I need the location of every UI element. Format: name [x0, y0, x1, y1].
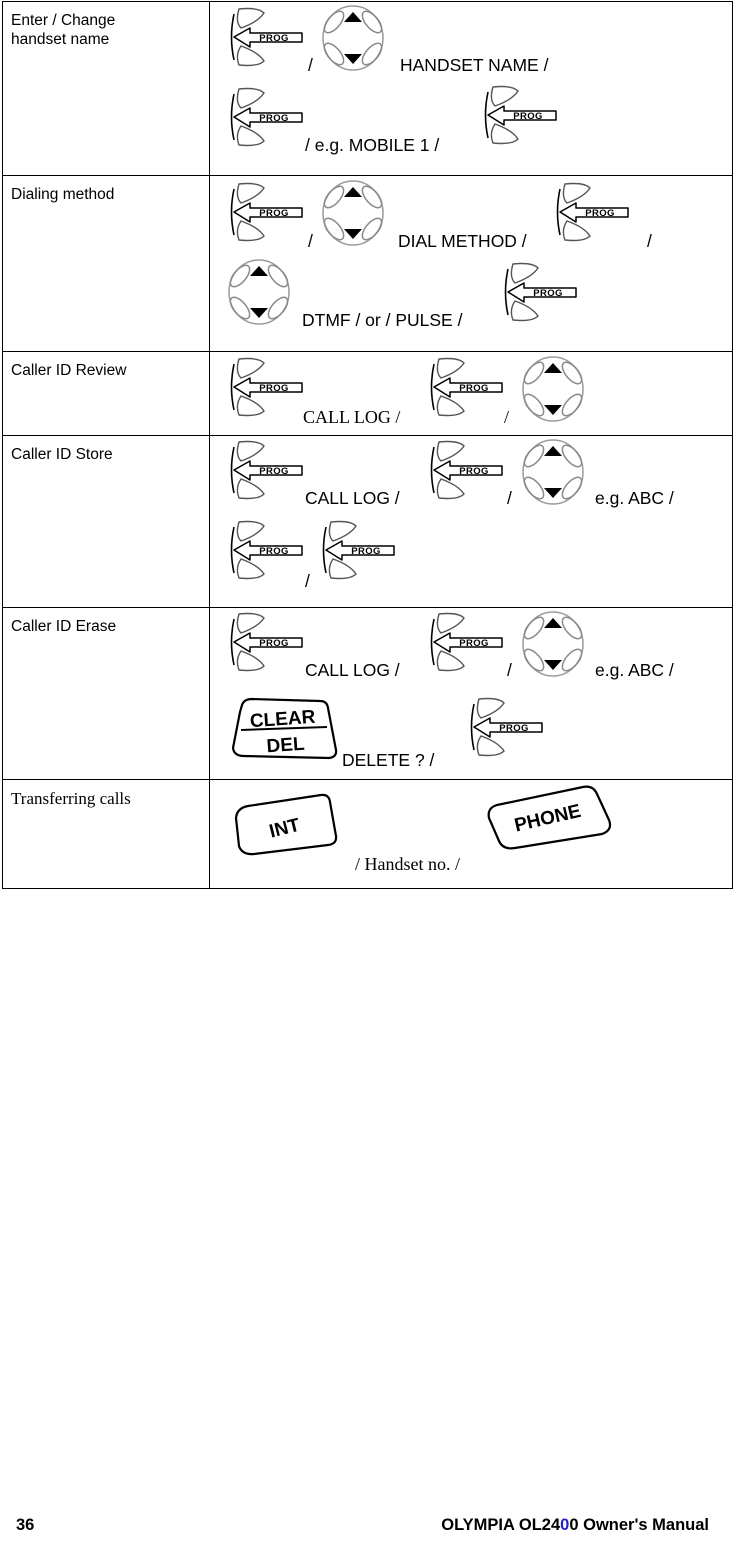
page-number: 36	[16, 1516, 35, 1534]
nav-up-down-key-icon	[520, 438, 586, 506]
table-row: Caller ID Store PROG CALL LOG / PROG / e.g. A…	[3, 436, 732, 608]
prog-key-icon: PROG	[502, 261, 582, 323]
manual-title: OLYMPIA OL2400 Owner's Manual	[441, 1516, 709, 1535]
prog-key-icon: PROG	[320, 519, 400, 581]
row-steps: PROG CALL LOG / PROG / e.g. ABC / PROG / PROG	[210, 436, 732, 607]
table-row: Enter / Change handset name PROG / HANDSET …	[3, 2, 732, 176]
table-row: Caller ID Erase PROG CALL LOG / PROG / e.g. A…	[3, 608, 732, 780]
svg-text:PROG: PROG	[259, 383, 289, 394]
manual-title-highlight: 0	[560, 1516, 570, 1534]
svg-text:PROG: PROG	[513, 111, 543, 122]
int-key-icon: INT	[228, 792, 348, 858]
row-label: Caller ID Review	[3, 352, 210, 435]
svg-text:PROG: PROG	[585, 208, 615, 219]
table-row: Transferring calls INT / Handset no. / PHON…	[3, 780, 732, 888]
svg-text:PROG: PROG	[259, 33, 289, 44]
prog-key-icon: PROG	[482, 84, 562, 146]
step-text: DELETE ? /	[342, 750, 435, 770]
row-steps: INT / Handset no. / PHONE	[210, 780, 732, 888]
row-steps: PROG / HANDSET NAME / PROG / e.g. MOBILE 1 /…	[210, 2, 732, 175]
step-text: DTMF / or / PULSE /	[302, 310, 463, 330]
svg-text:PROG: PROG	[459, 638, 489, 649]
step-text: CALL LOG /	[305, 488, 400, 508]
step-text: DIAL METHOD /	[398, 231, 527, 251]
row-steps: PROG CALL LOG / PROG / e.g. ABC / CLEAR DEL DEL…	[210, 608, 732, 779]
nav-up-down-key-icon	[226, 258, 292, 326]
step-text: / e.g. MOBILE 1 /	[305, 135, 440, 155]
step-text: HANDSET NAME /	[400, 55, 549, 75]
svg-text:PROG: PROG	[259, 113, 289, 124]
manual-title-after: 0 Owner's Manual	[569, 1516, 709, 1534]
row-label: Caller ID Erase	[3, 608, 210, 779]
row-steps: PROG / DIAL METHOD / PROG / DTMF / or / PULSE…	[210, 176, 732, 351]
row-label: Enter / Change handset name	[3, 2, 210, 175]
nav-up-down-key-icon	[320, 4, 386, 72]
page-footer: 36 OLYMPIA OL2400 Owner's Manual	[0, 1504, 736, 1544]
svg-text:PROG: PROG	[533, 288, 563, 299]
row-steps: PROG CALL LOG / PROG /	[210, 352, 732, 435]
svg-text:PROG: PROG	[459, 466, 489, 477]
svg-text:DEL: DEL	[266, 734, 306, 758]
svg-text:PROG: PROG	[499, 723, 529, 734]
table-row: Caller ID Review PROG CALL LOG / PROG /	[3, 352, 732, 436]
step-text: e.g. ABC /	[595, 488, 674, 508]
step-text: / Handset no. /	[355, 854, 460, 874]
svg-text:PROG: PROG	[259, 466, 289, 477]
svg-text:PROG: PROG	[259, 208, 289, 219]
step-text: /	[647, 231, 652, 251]
row-label: Dialing method	[3, 176, 210, 351]
prog-key-icon: PROG	[228, 86, 308, 148]
step-text: /	[308, 55, 313, 75]
row-label: Transferring calls	[3, 780, 210, 888]
prog-key-icon: PROG	[428, 611, 508, 673]
svg-text:PROG: PROG	[259, 546, 289, 557]
step-text: /	[507, 488, 512, 508]
step-text: CALL LOG /	[303, 407, 401, 427]
prog-key-icon: PROG	[554, 181, 634, 243]
procedure-table: Enter / Change handset name PROG / HANDSET …	[2, 1, 733, 889]
nav-up-down-key-icon	[320, 179, 386, 247]
prog-key-icon: PROG	[228, 181, 308, 243]
step-text: e.g. ABC /	[595, 660, 674, 680]
step-text: /	[305, 571, 310, 591]
nav-up-down-key-icon	[520, 355, 586, 423]
clear-del-key-icon: CLEAR DEL	[228, 696, 340, 762]
phone-key-icon: PHONE	[483, 785, 615, 850]
prog-key-icon: PROG	[428, 356, 508, 418]
prog-key-icon: PROG	[228, 6, 308, 68]
svg-text:PROG: PROG	[351, 546, 381, 557]
prog-key-icon: PROG	[228, 356, 308, 418]
svg-text:PROG: PROG	[259, 638, 289, 649]
manual-page: Enter / Change handset name PROG / HANDSET …	[0, 0, 736, 1544]
nav-up-down-key-icon	[520, 610, 586, 678]
manual-title-before: OLYMPIA OL24	[441, 1516, 561, 1534]
table-row: Dialing method PROG / DIAL METHOD / PROG / DTM…	[3, 176, 732, 352]
prog-key-icon: PROG	[468, 696, 548, 758]
prog-key-icon: PROG	[428, 439, 508, 501]
row-label: Caller ID Store	[3, 436, 210, 607]
step-text: /	[308, 231, 313, 251]
step-text: /	[504, 407, 510, 427]
prog-key-icon: PROG	[228, 519, 308, 581]
svg-text:PROG: PROG	[459, 383, 489, 394]
prog-key-icon: PROG	[228, 611, 308, 673]
step-text: /	[507, 660, 512, 680]
prog-key-icon: PROG	[228, 439, 308, 501]
step-text: CALL LOG /	[305, 660, 400, 680]
